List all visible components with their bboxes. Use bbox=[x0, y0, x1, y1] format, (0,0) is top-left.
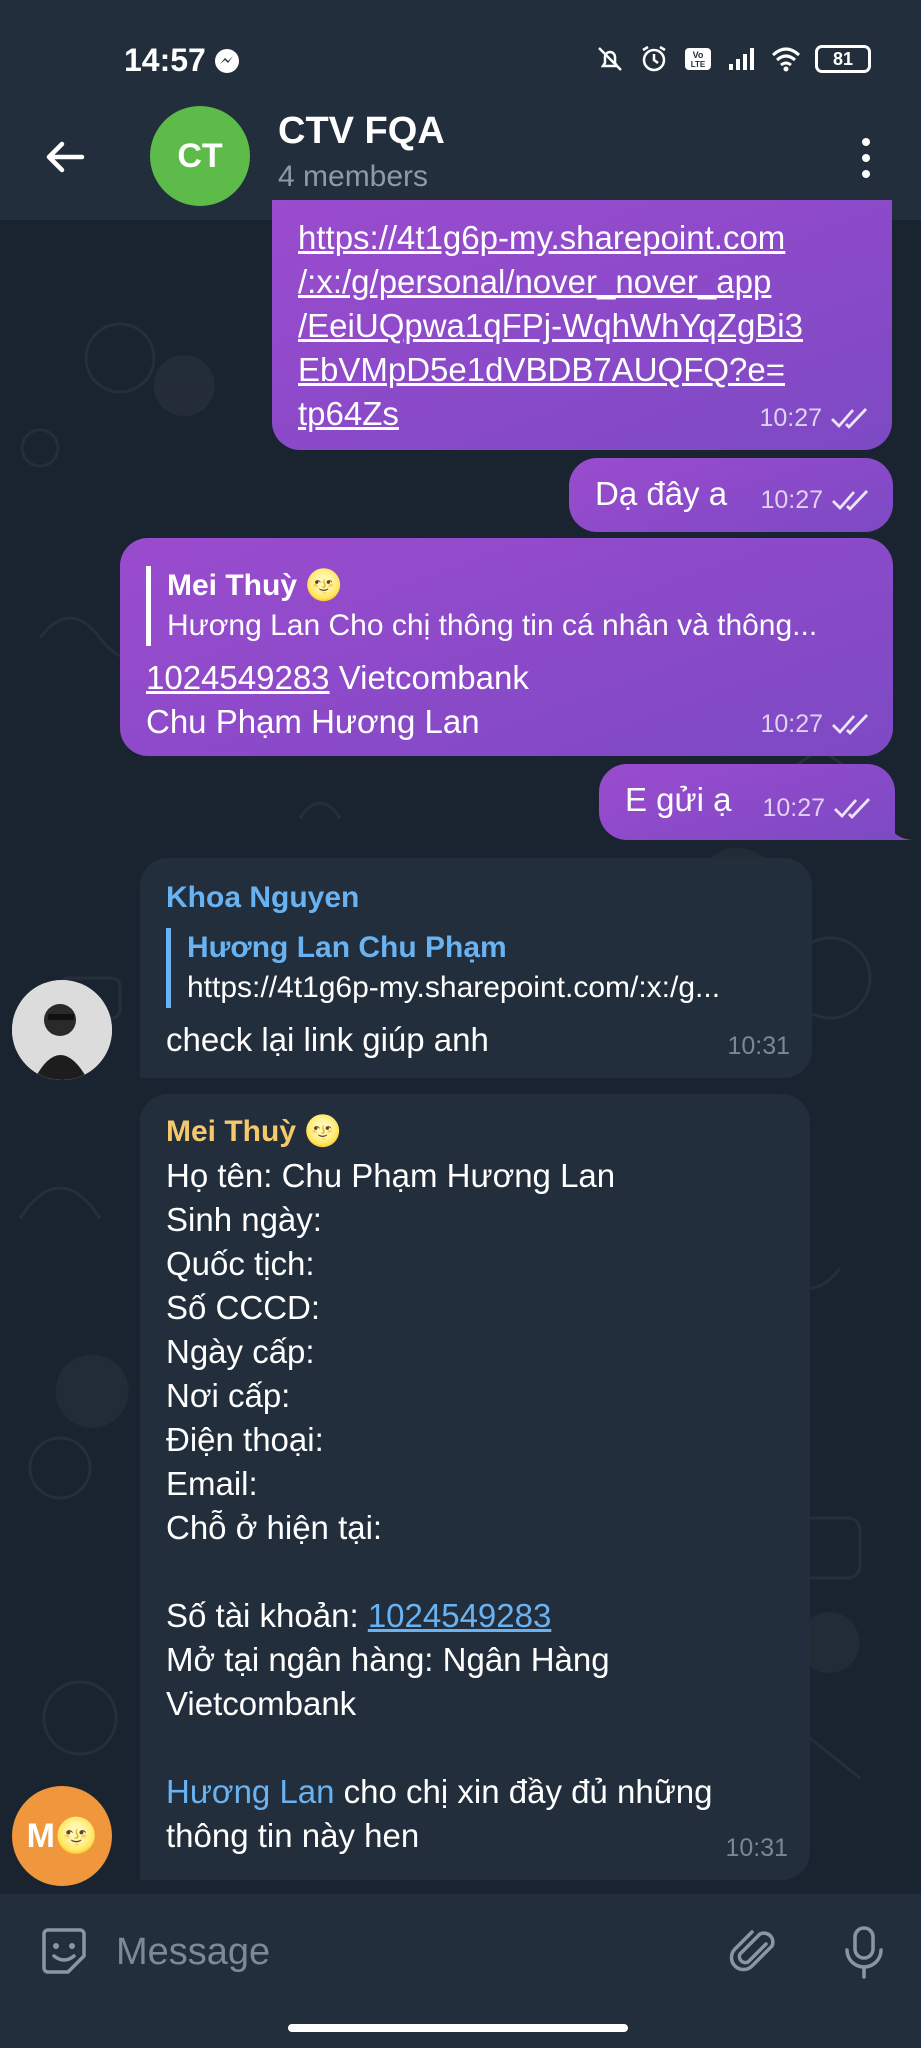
battery-indicator: 81 bbox=[815, 45, 871, 73]
wifi-icon bbox=[771, 47, 801, 72]
more-menu-button[interactable] bbox=[841, 128, 891, 188]
home-indicator[interactable] bbox=[288, 2024, 628, 2032]
message-time: 10:27 bbox=[759, 404, 822, 432]
sharepoint-link[interactable]: https://4t1g6p-my.sharepoint.com /:x:/g/… bbox=[298, 216, 803, 436]
account-number-link[interactable]: 1024549283 bbox=[368, 1597, 552, 1634]
svg-text:Vo: Vo bbox=[693, 50, 704, 60]
message-input[interactable] bbox=[116, 1920, 676, 1984]
info-line: Chỗ ở hiện tại: bbox=[166, 1509, 383, 1546]
info-line: Quốc tịch: bbox=[166, 1245, 315, 1282]
status-icons: Vo LTE 81 bbox=[595, 44, 871, 74]
paperclip-icon[interactable] bbox=[726, 1924, 782, 1980]
reply-preview[interactable]: Mei Thuỳ 🌝 Hương Lan Cho chị thông tin c… bbox=[146, 566, 866, 646]
account-number-link[interactable]: 1024549283 bbox=[146, 659, 330, 696]
message-outgoing[interactable]: Dạ đây a 10:27 bbox=[569, 458, 893, 532]
closing-text: thông tin này hen bbox=[166, 1817, 420, 1854]
message-meta: 10:31 bbox=[725, 1826, 788, 1870]
closing-text: cho chị xin đầy đủ những bbox=[334, 1773, 713, 1810]
user-photo-icon bbox=[12, 980, 112, 1080]
double-check-icon bbox=[832, 490, 869, 512]
mute-bell-icon bbox=[598, 47, 622, 71]
message-outgoing-link[interactable]: https://4t1g6p-my.sharepoint.com /:x:/g/… bbox=[272, 200, 892, 450]
reply-sender: Hương Lan Chu Phạm bbox=[187, 931, 507, 964]
info-line: Số CCCD: bbox=[166, 1289, 321, 1326]
double-check-icon bbox=[831, 408, 868, 430]
info-line: Điện thoại: bbox=[166, 1421, 324, 1458]
message-time: 10:31 bbox=[727, 1032, 790, 1060]
group-avatar[interactable]: CT bbox=[150, 106, 250, 206]
account-holder: Chu Phạm Hương Lan bbox=[146, 703, 480, 740]
info-line: Sinh ngày: bbox=[166, 1201, 322, 1238]
back-arrow-icon[interactable] bbox=[40, 132, 90, 182]
message-outgoing-reply[interactable]: Mei Thuỳ 🌝 Hương Lan Cho chị thông tin c… bbox=[120, 538, 893, 756]
info-line: Nơi cấp: bbox=[166, 1377, 291, 1414]
alarm-icon bbox=[642, 45, 666, 72]
message-time: 10:27 bbox=[760, 486, 823, 514]
reply-sender: Mei Thuỳ 🌝 bbox=[167, 569, 343, 602]
double-check-icon bbox=[832, 714, 869, 736]
user-mention[interactable]: Hương Lan bbox=[166, 1773, 335, 1810]
dot-icon bbox=[862, 154, 870, 162]
bank-line: Vietcombank bbox=[166, 1685, 357, 1722]
volte-icon: Vo LTE bbox=[685, 48, 711, 70]
dot-icon bbox=[862, 138, 870, 146]
message-incoming-reply[interactable]: Khoa Nguyen Hương Lan Chu Phạm https://4… bbox=[140, 858, 812, 1078]
info-line: Họ tên: Chu Phạm Hương Lan bbox=[166, 1157, 616, 1194]
info-line: Email: bbox=[166, 1465, 258, 1502]
message-time: 10:31 bbox=[725, 1834, 788, 1862]
message-time: 10:27 bbox=[760, 710, 823, 738]
member-count: 4 members bbox=[278, 160, 429, 193]
avatar-khoa-nguyen[interactable] bbox=[12, 980, 112, 1080]
bank-line: Mở tại ngân hàng: Ngân Hàng bbox=[166, 1641, 610, 1678]
account-label: Số tài khoản: bbox=[166, 1597, 368, 1634]
message-meta: 10:27 bbox=[759, 396, 870, 440]
bank-name: Vietcombank bbox=[329, 659, 529, 696]
message-meta: 10:27 bbox=[760, 478, 871, 522]
message-text: check lại link giúp anh bbox=[166, 1021, 489, 1058]
status-time: 14:57 bbox=[124, 42, 206, 78]
sender-name[interactable]: Mei Thuỳ 🌝 bbox=[166, 1110, 342, 1154]
messenger-notification-icon bbox=[215, 49, 239, 73]
info-line: Ngày cấp: bbox=[166, 1333, 315, 1370]
message-outgoing[interactable]: E gửi ạ 10:27 bbox=[599, 764, 895, 840]
chat-title[interactable]: CTV FQA bbox=[278, 110, 445, 153]
reply-text: Hương Lan Cho chị thông tin cá nhân và t… bbox=[167, 609, 818, 642]
message-meta: 10:27 bbox=[760, 702, 871, 746]
message-incoming[interactable]: Mei Thuỳ 🌝 Họ tên: Chu Phạm Hương Lan Si… bbox=[140, 1094, 810, 1880]
reply-text: https://4t1g6p-my.sharepoint.com/:x:/g..… bbox=[187, 971, 721, 1004]
message-time: 10:27 bbox=[762, 794, 825, 822]
signal-icon bbox=[729, 48, 754, 70]
message-text: E gửi ạ bbox=[625, 781, 732, 818]
avatar-mei-thuy[interactable]: M🌝 bbox=[12, 1786, 112, 1886]
sticker-emoji-icon[interactable] bbox=[36, 1924, 92, 1980]
message-meta: 10:27 bbox=[762, 786, 873, 830]
double-check-icon bbox=[834, 798, 871, 820]
reply-preview[interactable]: Hương Lan Chu Phạm https://4t1g6p-my.sha… bbox=[166, 928, 786, 1008]
bubble-tail bbox=[888, 818, 912, 840]
message-meta: 10:31 bbox=[727, 1024, 790, 1068]
dot-icon bbox=[862, 170, 870, 178]
sender-name[interactable]: Khoa Nguyen bbox=[166, 876, 359, 920]
microphone-icon[interactable] bbox=[836, 1922, 892, 1982]
message-text: Dạ đây a bbox=[595, 475, 728, 512]
svg-text:LTE: LTE bbox=[691, 60, 706, 69]
